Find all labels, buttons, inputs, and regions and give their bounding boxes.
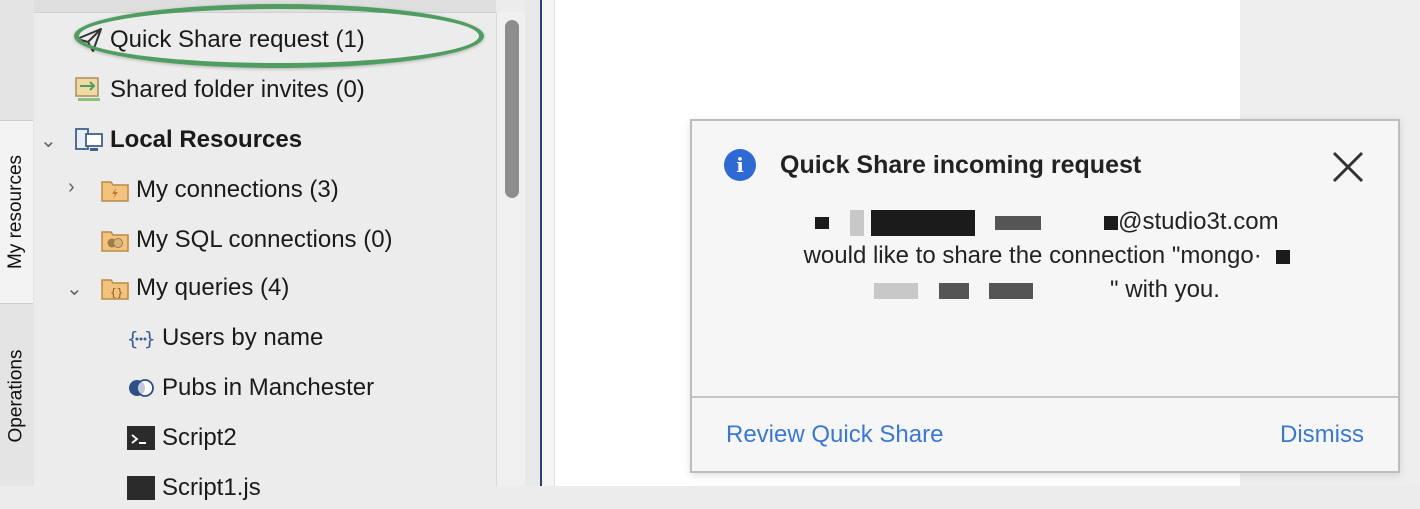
redacted-block [1276, 249, 1291, 264]
chevron-right-icon[interactable]: › [68, 176, 75, 199]
connections-folder-icon [100, 176, 130, 204]
side-tab-strip: My resources Operations [0, 0, 35, 486]
queries-folder-icon: {} [100, 274, 130, 302]
venn-query-icon [126, 374, 156, 402]
tree-item-script2[interactable]: Script2 [126, 418, 237, 458]
tree-item-script1[interactable]: Script1.js [126, 468, 261, 508]
tab-my-resources-label: My resources [5, 154, 27, 270]
dismiss-button[interactable]: Dismiss [1280, 421, 1364, 449]
redacted-block [1104, 215, 1119, 230]
tree-item-label: Shared folder invites (0) [110, 76, 365, 103]
scrollbar-thumb[interactable] [505, 20, 519, 198]
review-quick-share-button[interactable]: Review Quick Share [726, 421, 943, 449]
svg-text:{}: {} [110, 286, 123, 299]
close-icon [1332, 151, 1364, 183]
tree-item-label: My queries (4) [136, 274, 290, 301]
message-line-2: would like to share the connection "mong… [732, 239, 1362, 273]
tree-item-label: Pubs in Manchester [162, 374, 375, 401]
notification-message: @studio3t.com would like to share the co… [732, 205, 1362, 307]
redacted-block [870, 209, 975, 236]
tree-item-label: Users by name [162, 324, 324, 351]
query-braces-icon: { } [126, 324, 156, 352]
tree-item-my-queries[interactable]: {} My queries (4) [100, 268, 289, 308]
close-button[interactable] [1328, 147, 1368, 187]
message-line-1: @studio3t.com [732, 205, 1362, 239]
redacted-block [874, 282, 919, 299]
panel-splitter[interactable] [525, 0, 542, 486]
highlight-annotation [74, 4, 484, 68]
tree-item-users-by-name[interactable]: { } Users by name [126, 318, 323, 358]
tree-item-label: My SQL connections (0) [136, 226, 393, 253]
chevron-down-icon[interactable]: ⌄ [40, 128, 57, 153]
terminal-icon [126, 424, 156, 452]
chevron-down-icon[interactable]: ⌄ [66, 276, 83, 301]
redacted-block [850, 209, 865, 236]
sql-folder-icon [100, 226, 130, 254]
notification-title: Quick Share incoming request [780, 151, 1142, 179]
tree-item-label: Script2 [162, 424, 237, 451]
shared-folder-icon [74, 76, 104, 104]
message-text: would like to share the connection "mong… [803, 242, 1262, 269]
resources-tree: Quick Share request (1) Shared folder in… [34, 0, 496, 501]
email-suffix: @studio3t.com [1118, 208, 1279, 235]
tree-item-label: Local Resources [110, 126, 303, 153]
redacted-block [815, 216, 830, 229]
redacted-block [938, 282, 969, 299]
tree-item-my-connections[interactable]: My connections (3) [100, 170, 339, 210]
tree-item-local-resources[interactable]: Local Resources [74, 120, 302, 160]
quick-share-notification: i Quick Share incoming request @studio3t… [690, 119, 1400, 473]
message-line-3: " with you. [732, 273, 1362, 307]
tab-operations-label: Operations [5, 349, 27, 443]
terminal-icon [126, 474, 156, 502]
redacted-block [995, 215, 1042, 230]
notification-divider [692, 396, 1398, 398]
redacted-block [989, 282, 1034, 299]
tab-my-resources[interactable]: My resources [0, 120, 33, 304]
tree-item-label: Script1.js [162, 474, 261, 501]
editor-gutter [542, 0, 555, 486]
tree-item-shared-folder-invites[interactable]: Shared folder invites (0) [74, 70, 365, 110]
tab-operations[interactable]: Operations [0, 306, 33, 486]
tree-item-my-sql-connections[interactable]: My SQL connections (0) [100, 220, 393, 260]
tree-item-pubs-in-manchester[interactable]: Pubs in Manchester [126, 368, 374, 408]
message-suffix: " with you. [1110, 276, 1220, 303]
info-icon: i [724, 149, 756, 181]
tree-scrollbar[interactable] [496, 12, 525, 486]
computer-icon [74, 126, 104, 154]
tree-item-label: My connections (3) [136, 176, 339, 203]
